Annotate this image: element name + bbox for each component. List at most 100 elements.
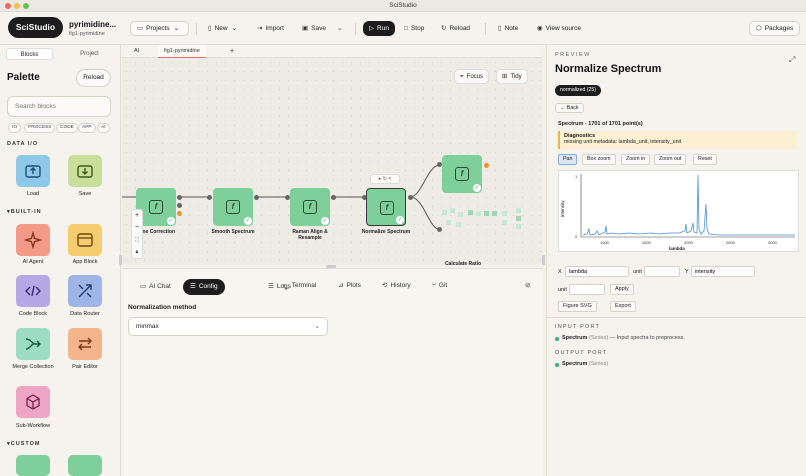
spectrum-plot[interactable]: 1 0 1000 1500 2000 2500 3000 lambda inte… (558, 170, 799, 252)
node-calculate-ratio-preview[interactable] (442, 204, 522, 260)
cube-icon (26, 394, 40, 410)
save-menu-chevron[interactable]: ⌄ (337, 21, 345, 36)
tab-terminal-clean[interactable]: ›_ Terminal (276, 278, 323, 294)
view-source-button[interactable]: ◉ View source (537, 21, 581, 36)
x-column-input[interactable] (565, 266, 629, 277)
heatmap-thumbnail (442, 208, 521, 229)
divider (485, 23, 486, 35)
node-downstream[interactable]: f ✓ (442, 155, 482, 193)
chevron-down-icon: ⌄ (337, 25, 343, 32)
import-button[interactable]: ⇥ Import (257, 21, 284, 36)
pan-button[interactable]: Pan (558, 154, 578, 165)
output-port[interactable] (484, 163, 489, 168)
collapse-panel-icon[interactable]: ⊘ (518, 278, 537, 294)
y-unit-input[interactable] (569, 284, 605, 295)
bottom-panel: ▭ AI Chat ☰ Config ☰ Logs (122, 268, 542, 476)
add-tab-button[interactable]: + (224, 45, 240, 58)
close-icon[interactable]: × (388, 176, 391, 182)
block-ai-agent[interactable] (16, 224, 50, 256)
section-built-in-label: BUILT-IN (10, 209, 42, 215)
expand-icon[interactable]: ⤢ (789, 55, 795, 65)
function-icon: f (149, 200, 163, 214)
custom-block[interactable] (68, 455, 102, 476)
filter-chip-io[interactable]: IO (8, 123, 22, 133)
y-field-label: Y (685, 269, 689, 275)
x-tick: 2500 (726, 240, 736, 245)
box-zoom-button[interactable]: Box zoom (582, 154, 616, 165)
figure-svg-button[interactable]: Figure SVG (558, 301, 597, 312)
packages-button[interactable]: ⬡ Packages (749, 21, 801, 36)
block-label-ai-agent: AI Agent (22, 259, 44, 265)
output-port[interactable] (177, 203, 182, 208)
tab-history[interactable]: ⟲ History (375, 278, 418, 294)
output-port[interactable] (331, 195, 336, 200)
palette-reload-button[interactable]: Reload (76, 69, 111, 87)
refresh-icon[interactable]: ↻ (383, 176, 387, 182)
zoom-out-button[interactable]: − (132, 222, 142, 234)
reload-button[interactable]: ↻ Reload (441, 21, 470, 36)
tab-plots[interactable]: ⊿ Plots (331, 278, 368, 294)
x-unit-input[interactable] (644, 266, 680, 277)
filter-chip-code[interactable]: CODE (56, 123, 78, 133)
filter-chip-process[interactable]: PROCESS (24, 123, 56, 133)
folder-icon: ▭ (137, 25, 144, 32)
apply-button[interactable]: Apply (610, 284, 634, 295)
app-logo[interactable]: SciStudio (8, 17, 63, 38)
lock-icon[interactable]: 🔒︎ (132, 246, 142, 258)
output-port[interactable] (408, 195, 413, 200)
zoom-out-button[interactable]: Zoom out (654, 154, 687, 165)
panel-resize-handle[interactable] (542, 255, 545, 265)
projects-button[interactable]: ▭ Projects ⌄ (130, 21, 190, 36)
new-button[interactable]: ▯ New ⌄ (208, 21, 240, 36)
play-icon[interactable]: ▸ (379, 176, 382, 182)
reload-label: Reload (449, 25, 471, 32)
filter-chip-app[interactable]: APP (78, 123, 96, 133)
workflow-canvas[interactable]: f ✓ aline Correction f ✓ Smooth Spectrum f… (122, 58, 542, 267)
output-port[interactable] (177, 211, 182, 216)
node-normalize-spectrum[interactable]: f ✓ (366, 188, 406, 226)
back-button[interactable]: ← Back (555, 103, 584, 113)
block-load[interactable] (16, 155, 50, 187)
run-button[interactable]: ▷ Run (363, 21, 395, 36)
custom-block[interactable] (16, 455, 50, 476)
block-data-router[interactable] (68, 275, 102, 307)
y-column-input[interactable] (691, 266, 755, 277)
zoom-in-button[interactable]: Zoom in (621, 154, 651, 165)
normalization-method-select[interactable]: minmax ⌄ (128, 317, 328, 336)
tab-git[interactable]: ⑂ Git (425, 278, 454, 294)
tab-ai[interactable]: AI (128, 45, 145, 58)
block-save[interactable] (68, 155, 102, 187)
canvas-tabs: AI fig1-pyrimidine + (122, 45, 542, 58)
zoom-in-button[interactable]: + (132, 210, 142, 222)
block-merge-collection[interactable] (16, 328, 50, 360)
block-code-block[interactable] (16, 275, 50, 307)
filter-chip-ai[interactable]: AI (97, 123, 110, 133)
reset-button[interactable]: Reset (693, 154, 717, 165)
tab-fig1-pyrimidine[interactable]: fig1-pyrimidine (158, 45, 206, 58)
note-button[interactable]: ▯ Note (498, 21, 518, 36)
block-pair-editor[interactable] (68, 328, 102, 360)
node-smooth-spectrum[interactable]: f ✓ (213, 188, 253, 226)
fit-view-icon[interactable]: ⛶ (132, 234, 142, 246)
tab-project[interactable]: Project (66, 48, 113, 60)
stop-button[interactable]: □ Stop (404, 21, 424, 36)
input-port[interactable] (207, 195, 212, 200)
search-blocks-input[interactable] (7, 96, 111, 117)
focus-icon: ⌖ (460, 73, 464, 80)
output-port[interactable] (177, 195, 182, 200)
import-label: Import (265, 25, 284, 32)
save-button[interactable]: ▣ Save (302, 21, 326, 36)
block-app-block[interactable] (68, 224, 102, 256)
output-badge[interactable]: normalized (25) (555, 85, 602, 96)
block-sub-workflow[interactable] (16, 386, 50, 418)
tidy-button[interactable]: ⊞ Tidy (496, 69, 528, 84)
output-port[interactable] (254, 195, 259, 200)
diagnostics-text: missing unit metadata: lambda_unit, inte… (564, 139, 682, 145)
export-button[interactable]: Export (610, 301, 636, 312)
tab-blocks[interactable]: Blocks (6, 48, 53, 60)
focus-button[interactable]: ⌖ Focus (454, 69, 490, 84)
panel-resize-handle[interactable] (119, 255, 122, 265)
project-name[interactable]: pyrimidine... (69, 20, 116, 29)
node-toolbar: ▸ ↻ × (370, 174, 400, 184)
node-raman-align-resample[interactable]: f ✓ (290, 188, 330, 226)
